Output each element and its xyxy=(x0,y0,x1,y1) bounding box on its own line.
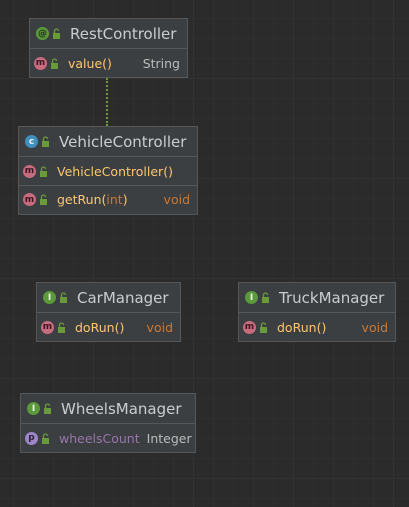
method-name: doRun xyxy=(75,319,115,335)
class-icon: c xyxy=(25,135,38,148)
lock-open-icon xyxy=(260,321,267,333)
member-row-constructor[interactable]: m VehicleController() xyxy=(19,157,197,185)
vehiclecontroller-node[interactable]: c VehicleController m VehicleController(… xyxy=(18,126,198,215)
method-parens: () xyxy=(163,163,173,179)
method-name: doRun xyxy=(277,319,317,335)
node-title: VehicleController xyxy=(59,132,187,151)
method-parens: () xyxy=(102,55,112,71)
field-name: wheelsCount xyxy=(59,430,140,446)
return-type: void xyxy=(163,192,190,207)
return-type: String xyxy=(142,55,180,71)
interface-icon: I xyxy=(27,402,40,415)
interface-icon: I xyxy=(43,291,56,304)
node-title: WheelsManager xyxy=(61,399,182,418)
node-title: RestController xyxy=(70,24,177,43)
method-name: VehicleController xyxy=(57,163,164,179)
field-icon: p xyxy=(25,431,38,445)
lock-open-icon xyxy=(40,165,47,177)
lock-open-icon xyxy=(42,136,49,147)
member-row-dorun[interactable]: m doRun() void xyxy=(37,313,180,341)
method-icon: m xyxy=(243,320,256,334)
method-icon: m xyxy=(23,193,36,206)
member-row-wheelscount[interactable]: p wheelsCount Integer xyxy=(21,424,195,452)
lock-open-icon xyxy=(44,403,51,414)
method-icon: m xyxy=(41,320,54,334)
lock-open-icon xyxy=(51,57,58,69)
lock-open-icon xyxy=(42,432,49,444)
param-type: int xyxy=(106,192,123,207)
annotation-connector xyxy=(106,78,108,126)
carmanager-header[interactable]: I CarManager xyxy=(37,283,180,313)
interface-icon: I xyxy=(245,291,258,304)
method-name: getRun xyxy=(57,192,102,207)
field-type: Integer xyxy=(146,430,192,446)
member-row-dorun[interactable]: m doRun() void xyxy=(239,313,395,341)
param-close: ) xyxy=(122,192,128,207)
annotation-icon: @ xyxy=(36,27,49,40)
method-parens: () xyxy=(114,319,125,335)
restcontroller-header[interactable]: @ RestController xyxy=(30,19,187,49)
wheelsmanager-header[interactable]: I WheelsManager xyxy=(21,394,195,424)
node-title: CarManager xyxy=(77,288,169,307)
method-icon: m xyxy=(34,56,47,70)
wheelsmanager-node[interactable]: I WheelsManager p wheelsCount Integer xyxy=(20,393,196,453)
method-parens: () xyxy=(316,319,327,335)
member-row-value[interactable]: m value() String xyxy=(30,49,187,77)
truckmanager-node[interactable]: I TruckManager m doRun() void xyxy=(238,282,396,342)
method-icon: m xyxy=(23,164,36,178)
restcontroller-node[interactable]: @ RestController m value() String xyxy=(29,18,188,78)
member-row-getrun[interactable]: m getRun(int) void xyxy=(19,185,197,213)
vehiclecontroller-header[interactable]: c VehicleController xyxy=(19,127,197,157)
lock-open-icon xyxy=(60,292,67,303)
carmanager-node[interactable]: I CarManager m doRun() void xyxy=(36,282,181,342)
node-title: TruckManager xyxy=(279,288,385,307)
lock-open-icon xyxy=(53,28,60,39)
lock-open-icon xyxy=(40,194,47,205)
return-type: void xyxy=(146,319,173,335)
lock-open-icon xyxy=(262,292,269,303)
return-type: void xyxy=(361,319,388,335)
method-name: value xyxy=(68,55,103,71)
truckmanager-header[interactable]: I TruckManager xyxy=(239,283,395,313)
lock-open-icon xyxy=(58,321,65,333)
